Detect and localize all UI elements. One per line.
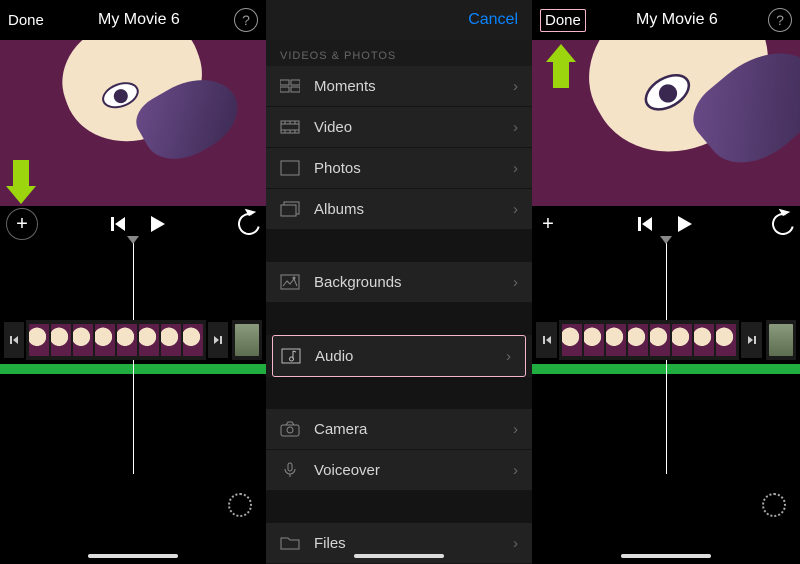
skip-end-icon: [746, 334, 758, 346]
row-backgrounds[interactable]: Backgrounds ›: [266, 262, 532, 303]
timeline[interactable]: [532, 242, 800, 486]
skip-start-icon: [8, 334, 20, 346]
preview-frame-art: [47, 40, 220, 160]
row-albums[interactable]: Albums ›: [266, 189, 532, 230]
playhead-handle-icon[interactable]: [127, 236, 139, 244]
video-preview: [0, 40, 266, 206]
skip-end-icon: [212, 334, 224, 346]
row-label: Voiceover: [314, 462, 380, 479]
footer-bar: [0, 486, 266, 524]
voiceover-icon: [280, 462, 300, 478]
chevron-right-icon: ›: [513, 78, 518, 95]
chevron-right-icon: ›: [513, 119, 518, 136]
row-label: Camera: [314, 421, 367, 438]
clip-thumbnails-2[interactable]: [232, 320, 262, 360]
help-icon[interactable]: ?: [234, 8, 258, 32]
clip-next-button[interactable]: [208, 322, 228, 358]
done-button[interactable]: Done: [8, 12, 44, 29]
skip-back-icon[interactable]: [638, 217, 652, 231]
timeline[interactable]: [0, 242, 266, 486]
row-photos[interactable]: Photos ›: [266, 148, 532, 189]
chevron-right-icon: ›: [513, 462, 518, 479]
editor-panel-left: Done My Movie 6 ? +: [0, 0, 266, 564]
project-title: My Movie 6: [636, 11, 718, 29]
undo-icon[interactable]: [234, 209, 264, 239]
home-indicator: [621, 554, 711, 558]
cancel-button[interactable]: Cancel: [468, 11, 518, 29]
row-voiceover[interactable]: Voiceover ›: [266, 450, 532, 491]
moments-icon: [280, 78, 300, 94]
audio-icon: [281, 348, 301, 364]
photos-icon: [280, 160, 300, 176]
backgrounds-icon: [280, 274, 300, 290]
chevron-right-icon: ›: [506, 348, 511, 365]
row-label: Photos: [314, 160, 361, 177]
settings-icon[interactable]: [762, 493, 786, 517]
chevron-right-icon: ›: [513, 535, 518, 552]
row-audio[interactable]: Audio ›: [272, 335, 526, 377]
camera-icon: [280, 421, 300, 437]
annotation-arrow: [6, 160, 36, 204]
skip-back-icon[interactable]: [111, 217, 125, 231]
footer-bar: [532, 486, 800, 524]
clip-prev-button[interactable]: [4, 322, 24, 358]
clip-thumbnails[interactable]: [559, 320, 739, 360]
media-picker-panel: Cancel VIDEOS & PHOTOS Moments › Video ›…: [266, 0, 532, 564]
skip-start-icon: [541, 334, 553, 346]
help-icon[interactable]: ?: [768, 8, 792, 32]
chevron-right-icon: ›: [513, 201, 518, 218]
editor-header: Done My Movie 6 ?: [0, 0, 266, 40]
add-media-button[interactable]: +: [538, 213, 558, 236]
row-label: Albums: [314, 201, 364, 218]
row-label: Backgrounds: [314, 274, 402, 291]
row-label: Video: [314, 119, 352, 136]
section-header: VIDEOS & PHOTOS: [266, 40, 532, 66]
chevron-right-icon: ›: [513, 421, 518, 438]
chevron-right-icon: ›: [513, 274, 518, 291]
picker-header: Cancel: [266, 0, 532, 40]
play-icon[interactable]: [678, 216, 692, 232]
video-track[interactable]: [532, 320, 800, 360]
annotation-arrow: [546, 44, 576, 88]
clip-thumbnails[interactable]: [26, 320, 206, 360]
preview-frame-art: [562, 40, 798, 183]
row-label: Files: [314, 535, 346, 552]
row-label: Moments: [314, 78, 376, 95]
row-moments[interactable]: Moments ›: [266, 66, 532, 107]
row-video[interactable]: Video ›: [266, 107, 532, 148]
add-media-button[interactable]: +: [6, 208, 38, 240]
play-icon[interactable]: [151, 216, 165, 232]
editor-panel-right: Done My Movie 6 ? +: [532, 0, 800, 564]
row-label: Audio: [315, 348, 353, 365]
clip-thumbnails-2[interactable]: [766, 320, 796, 360]
video-track[interactable]: [0, 320, 266, 360]
row-camera[interactable]: Camera ›: [266, 409, 532, 450]
editor-header: Done My Movie 6 ?: [532, 0, 800, 40]
done-button[interactable]: Done: [540, 9, 586, 32]
playhead-handle-icon[interactable]: [660, 236, 672, 244]
clip-next-button[interactable]: [741, 322, 762, 358]
settings-icon[interactable]: [228, 493, 252, 517]
home-indicator: [88, 554, 178, 558]
home-indicator: [354, 554, 444, 558]
video-icon: [280, 119, 300, 135]
clip-prev-button[interactable]: [536, 322, 557, 358]
undo-icon[interactable]: [768, 209, 798, 239]
albums-icon: [280, 201, 300, 217]
project-title: My Movie 6: [98, 11, 180, 29]
chevron-right-icon: ›: [513, 160, 518, 177]
files-icon: [280, 535, 300, 551]
